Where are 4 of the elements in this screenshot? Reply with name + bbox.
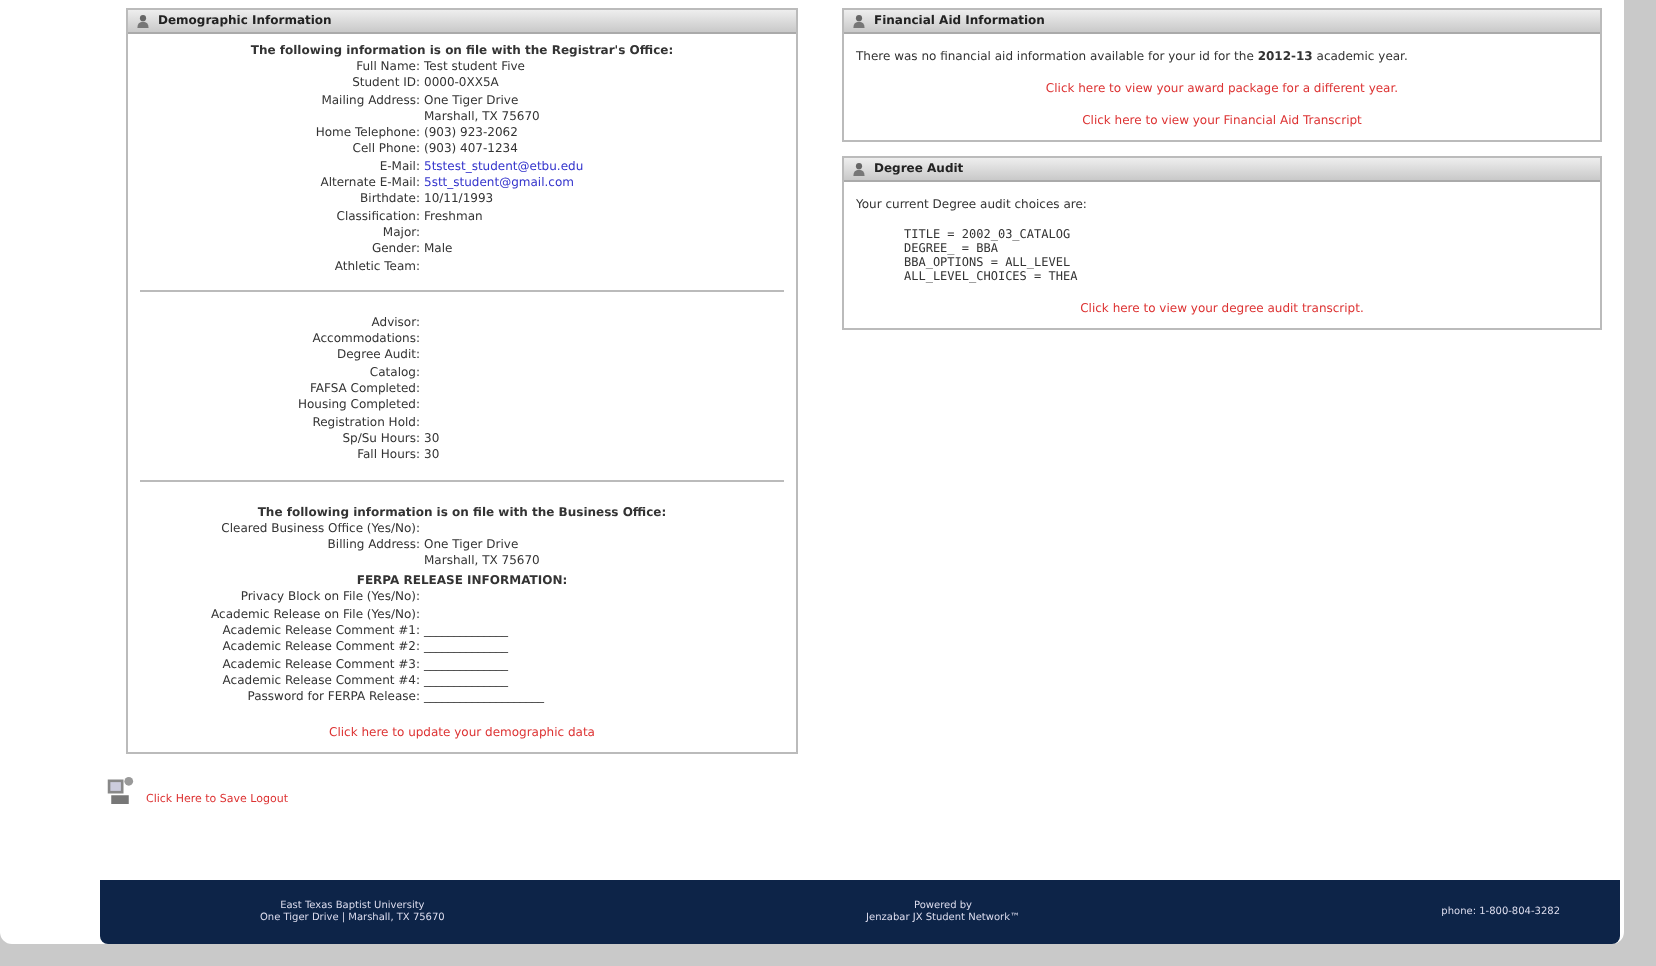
computer-icon[interactable]: [106, 773, 134, 805]
person-icon: [852, 162, 866, 176]
person-icon: [136, 14, 150, 28]
person-icon: [852, 14, 866, 28]
